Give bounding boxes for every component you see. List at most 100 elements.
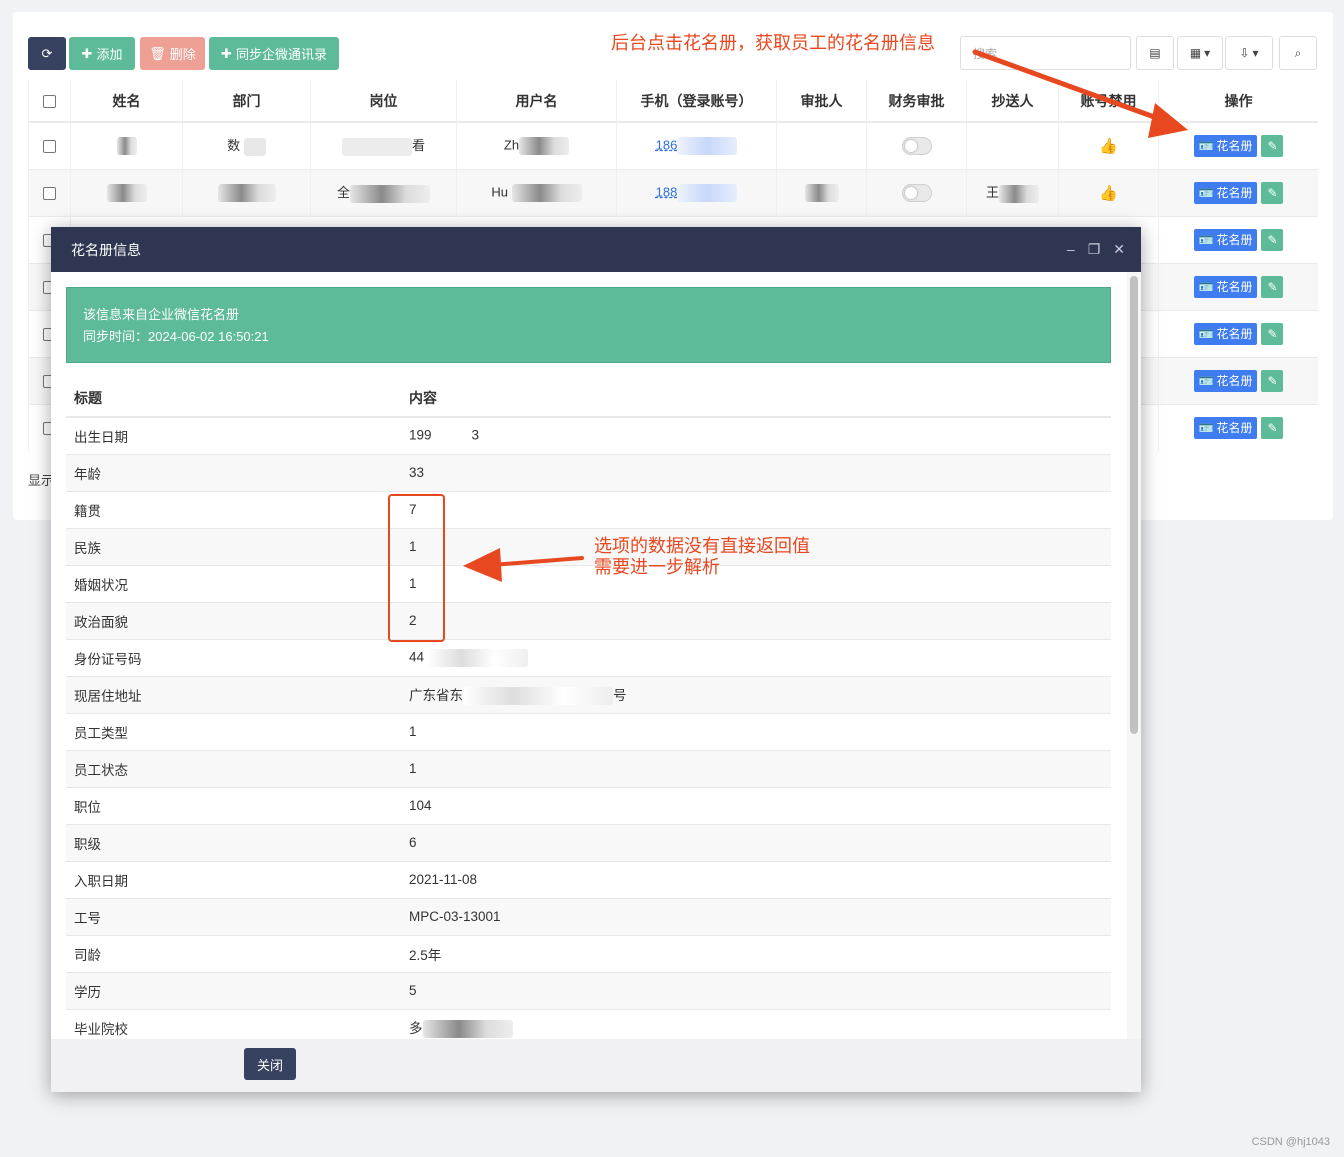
pencil-icon: ✎: [1267, 185, 1278, 200]
phone-link[interactable]: 188: [656, 184, 678, 199]
highlight-box: [388, 494, 445, 642]
row-checkbox[interactable]: [43, 187, 56, 201]
close-icon[interactable]: ✕: [1113, 241, 1125, 258]
id-card-icon: 🪪: [1198, 138, 1214, 153]
scrollbar-thumb[interactable]: [1130, 276, 1138, 734]
detail-row: 职级 6: [66, 823, 1111, 861]
sync-contacts-button[interactable]: ✚ 同步企微通讯录: [209, 37, 339, 70]
col-phone[interactable]: 手机（登录账号）: [616, 80, 777, 123]
grid-icon: ▦: [1189, 46, 1202, 60]
export-icon: ⇩: [1239, 46, 1250, 60]
col-name[interactable]: 姓名: [70, 80, 183, 123]
refresh-icon: ⟳: [41, 45, 53, 61]
id-card-icon: 🪪: [1198, 279, 1214, 294]
detail-row: 毕业院校多: [66, 1008, 1111, 1039]
roster-modal: 花名册信息 – ❐ ✕ 该信息来自企业微信花名册 同步时间：2024-06-02…: [51, 227, 1141, 1092]
modal-header: 花名册信息 – ❐ ✕: [51, 227, 1141, 272]
edit-button[interactable]: ✎: [1261, 228, 1284, 251]
info-source: 该信息来自企业微信花名册: [83, 307, 240, 322]
edit-button[interactable]: ✎: [1261, 416, 1284, 439]
thumbs-up-icon[interactable]: 👍: [1099, 185, 1118, 202]
edit-button[interactable]: ✎: [1261, 322, 1284, 345]
annotation-top: 后台点击花名册，获取员工的花名册信息: [611, 33, 935, 53]
edit-button[interactable]: ✎: [1261, 275, 1284, 298]
roster-button[interactable]: 🪪 花名册: [1193, 181, 1258, 204]
finance-toggle[interactable]: [901, 136, 932, 155]
detail-row: 员工状态 1: [66, 749, 1111, 787]
col-approver[interactable]: 审批人: [776, 80, 867, 123]
detail-row: 年龄 33: [66, 453, 1111, 491]
search-button[interactable]: ⌕: [1279, 36, 1317, 70]
detail-row: 学历 5: [66, 971, 1111, 1009]
detail-header: 标题 内容: [66, 380, 1111, 418]
info-sync-time: 同步时间：2024-06-02 16:50:21: [83, 329, 269, 344]
scroll-track[interactable]: [1127, 272, 1141, 1039]
table-row: 全 Hu 188 王 👍 🪪 花名册 ✎: [28, 168, 1318, 216]
col-content: 内容: [401, 380, 1111, 418]
delete-button[interactable]: 🗑 删除: [140, 37, 205, 70]
columns-button[interactable]: ▦ ▾: [1177, 36, 1223, 70]
annotation-mid: 选项的数据没有直接返回值 需要进一步解析: [594, 536, 810, 577]
maximize-icon[interactable]: ❐: [1088, 241, 1101, 258]
detail-row: 职位 104: [66, 786, 1111, 824]
minimize-icon[interactable]: –: [1067, 241, 1075, 258]
search-icon: ⌕: [1294, 45, 1302, 60]
close-button[interactable]: 关闭: [244, 1048, 296, 1080]
detail-row: 身份证号码 44: [66, 638, 1111, 676]
roster-button[interactable]: 🪪 花名册: [1193, 134, 1258, 157]
detail-row: 民族 1: [66, 527, 1111, 565]
col-dept[interactable]: 部门: [182, 80, 311, 123]
edit-button[interactable]: ✎: [1261, 181, 1284, 204]
toggle-view-button[interactable]: ▤: [1136, 36, 1174, 70]
search-input[interactable]: 搜索: [960, 36, 1131, 70]
edit-button[interactable]: ✎: [1261, 134, 1284, 157]
pencil-icon: ✎: [1267, 326, 1278, 341]
detail-row: 婚姻状况 1: [66, 564, 1111, 602]
detail-row: 出生日期 199 3: [66, 416, 1111, 454]
pencil-icon: ✎: [1267, 373, 1278, 388]
plus-icon: ✚: [81, 45, 93, 61]
export-button[interactable]: ⇩ ▾: [1225, 36, 1273, 70]
col-finance[interactable]: 财务审批: [866, 80, 967, 123]
detail-row: 政治面貌 2: [66, 601, 1111, 639]
col-disabled[interactable]: 账号禁用: [1058, 80, 1159, 123]
detail-row: 现居住地址 广东省东号: [66, 675, 1111, 713]
roster-button[interactable]: 🪪 花名册: [1193, 275, 1258, 298]
id-card-icon: 🪪: [1198, 326, 1214, 341]
finance-toggle[interactable]: [901, 183, 932, 202]
roster-button[interactable]: 🪪 花名册: [1193, 369, 1258, 392]
roster-button[interactable]: 🪪 花名册: [1193, 228, 1258, 251]
edit-button[interactable]: ✎: [1261, 369, 1284, 392]
col-title: 标题: [66, 380, 401, 418]
redacted-name: [116, 136, 137, 155]
detail-row: 司龄 2.5年: [66, 934, 1111, 972]
roster-detail-table: 标题 内容 出生日期 199 3 年龄 33 籍贯 7 民族 1 婚姻状况 1 政治面貌 2 …: [66, 380, 1111, 1039]
thumbs-up-icon[interactable]: 👍: [1099, 138, 1118, 155]
plus-icon: ✚: [221, 45, 232, 61]
id-card-icon: 🪪: [1198, 373, 1214, 388]
modal-body: 该信息来自企业微信花名册 同步时间：2024-06-02 16:50:21 标题…: [51, 272, 1141, 1039]
detail-row: 籍贯 7: [66, 490, 1111, 528]
info-alert: 该信息来自企业微信花名册 同步时间：2024-06-02 16:50:21: [66, 287, 1111, 363]
pencil-icon: ✎: [1267, 279, 1278, 294]
pencil-icon: ✎: [1267, 232, 1278, 247]
pencil-icon: ✎: [1267, 420, 1278, 435]
roster-button[interactable]: 🪪 花名册: [1193, 322, 1258, 345]
col-post[interactable]: 岗位: [310, 80, 457, 123]
col-cc[interactable]: 抄送人: [966, 80, 1059, 123]
caret-down-icon: ▾: [1204, 46, 1211, 60]
detail-row: 入职日期 2021-11-08: [66, 860, 1111, 898]
id-card-icon: 🪪: [1198, 232, 1214, 247]
row-checkbox[interactable]: [43, 140, 56, 154]
pencil-icon: ✎: [1267, 138, 1278, 153]
col-username[interactable]: 用户名: [456, 80, 617, 123]
phone-link[interactable]: 186: [656, 137, 678, 152]
modal-title: 花名册信息: [71, 241, 141, 258]
modal-footer: 关闭: [51, 1039, 1141, 1092]
refresh-button[interactable]: ⟳: [28, 37, 66, 70]
detail-row: 工号 MPC-03-13001: [66, 897, 1111, 935]
select-all-checkbox[interactable]: [43, 95, 56, 109]
roster-button[interactable]: 🪪 花名册: [1193, 416, 1258, 439]
redacted-name: [106, 183, 147, 202]
add-button[interactable]: ✚ 添加: [69, 37, 135, 70]
